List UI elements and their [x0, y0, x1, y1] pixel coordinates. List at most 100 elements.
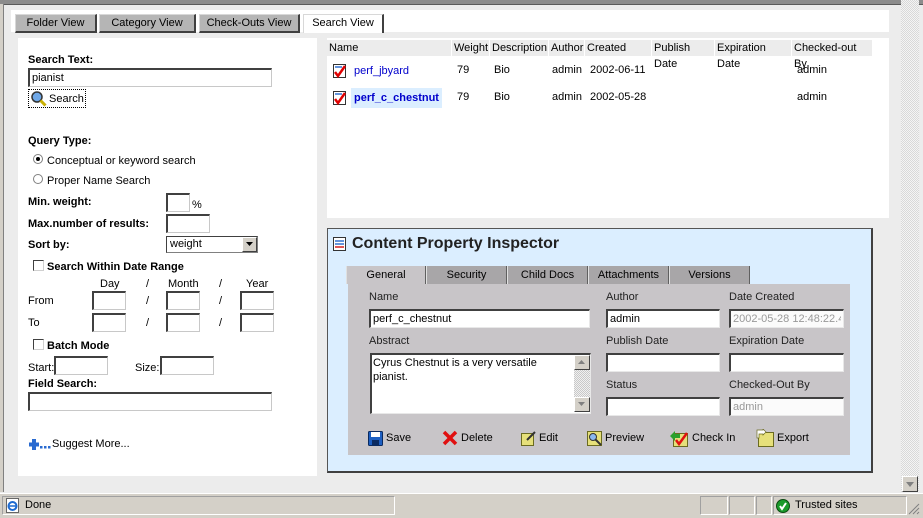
sort-by-select[interactable]: weight [166, 236, 258, 253]
table-row[interactable]: perf_jbyard 79 Bio admin 2002-06-11 admi… [327, 60, 872, 82]
table-row[interactable]: perf_c_chestnut 79 Bio admin 2002-05-28 … [327, 87, 872, 109]
batch-start-input[interactable] [54, 356, 108, 375]
abstract-scrollbar[interactable] [574, 355, 590, 412]
status-panel-empty [729, 496, 755, 515]
inspector-tab-general[interactable]: General [346, 266, 426, 284]
abstract-textarea[interactable]: Cyrus Chestnut is a very versatile piani… [370, 353, 591, 414]
date-separator: / [146, 317, 150, 329]
page-scroll-down-button[interactable] [902, 476, 918, 492]
export-label: Export [777, 432, 809, 444]
tab-folder-view[interactable]: Folder View [15, 14, 97, 33]
search-text-label: Search Text: [28, 54, 94, 66]
expiration-date-label: Expiration Date [729, 335, 805, 347]
search-text-input[interactable] [28, 68, 272, 87]
checked-out-by-label: Checked-Out By [729, 379, 810, 391]
author-input[interactable] [606, 309, 720, 328]
publish-date-label: Publish Date [606, 335, 669, 347]
column-header-created[interactable]: Created [585, 40, 651, 56]
column-header-weight[interactable]: Weight [452, 40, 489, 56]
year-header: Year [246, 278, 269, 290]
tab-category-view[interactable]: Category View [99, 14, 196, 33]
author-label: Author [606, 291, 639, 303]
inspector-tab-security[interactable]: Security [426, 266, 507, 284]
result-weight: 79 [457, 64, 470, 76]
column-header-description[interactable]: Description [490, 40, 548, 56]
to-month-input[interactable] [166, 313, 200, 332]
field-search-input[interactable] [28, 392, 272, 411]
inspector-tab-versions[interactable]: Versions [669, 266, 750, 284]
from-label: From [28, 295, 54, 307]
result-weight: 79 [457, 91, 470, 103]
batch-mode-checkbox[interactable] [33, 339, 44, 350]
delete-label: Delete [461, 432, 493, 444]
max-results-label: Max.number of results: [28, 218, 150, 230]
result-name-link-selected[interactable]: perf_c_chestnut [351, 88, 442, 108]
column-header-checked-out-by[interactable]: Checked-out By [792, 40, 872, 70]
to-day-input[interactable] [92, 313, 126, 332]
inspector-title: Content Property Inspector [352, 235, 560, 252]
name-input[interactable] [369, 309, 590, 328]
to-year-input[interactable] [240, 313, 274, 332]
abstract-label: Abstract [369, 335, 410, 347]
date-separator: / [146, 295, 150, 307]
search-button[interactable]: Search [28, 89, 86, 108]
window-left-edge [0, 4, 4, 492]
from-day-input[interactable] [92, 291, 126, 310]
column-header-publish-date[interactable]: Publish Date [652, 40, 714, 70]
status-panel-empty [756, 496, 772, 515]
batch-size-input[interactable] [160, 356, 214, 375]
tab-check-outs-view[interactable]: Check-Outs View [199, 14, 300, 33]
preview-label: Preview [605, 432, 645, 444]
date-created-input [729, 309, 844, 328]
date-separator: / [219, 278, 223, 290]
save-icon [368, 430, 383, 446]
resize-grip-icon[interactable] [908, 503, 920, 515]
sort-by-dropdown-button[interactable] [242, 237, 257, 252]
tab-search-view[interactable]: Search View [303, 14, 384, 33]
date-created-label: Date Created [729, 291, 795, 303]
inspector-tab-child-docs[interactable]: Child Docs [507, 266, 588, 284]
date-range-label: Search Within Date Range [47, 261, 184, 273]
date-separator: / [219, 317, 223, 329]
result-name-link[interactable]: perf_jbyard [354, 65, 409, 77]
add-more-icon [29, 439, 51, 450]
from-month-input[interactable] [166, 291, 200, 310]
result-author: admin [552, 91, 582, 103]
name-label: Name [369, 291, 399, 303]
sort-by-value: weight [170, 238, 202, 250]
preview-button[interactable]: Preview [587, 428, 644, 448]
page-vertical-scrollbar[interactable] [901, 0, 919, 492]
result-created: 2002-06-11 [590, 64, 646, 76]
field-search-label: Field Search: [28, 378, 98, 390]
column-header-author[interactable]: Author [549, 40, 584, 56]
publish-date-input[interactable] [606, 353, 720, 372]
sort-by-label: Sort by: [28, 239, 70, 251]
save-button[interactable]: Save [368, 428, 411, 448]
min-weight-input[interactable] [166, 193, 190, 212]
check-in-icon [670, 430, 689, 447]
result-created: 2002-05-28 [590, 91, 647, 103]
scroll-up-button[interactable] [574, 355, 590, 370]
max-results-input[interactable] [166, 214, 210, 233]
date-separator: / [219, 295, 223, 307]
magnifier-icon [31, 91, 47, 107]
checked-document-icon [333, 91, 346, 105]
status-input[interactable] [606, 397, 720, 416]
delete-button[interactable]: Delete [442, 428, 493, 448]
from-year-input[interactable] [240, 291, 274, 310]
check-in-button[interactable]: Check In [669, 428, 735, 448]
column-header-name[interactable]: Name [327, 40, 451, 56]
checked-out-by-input [729, 397, 844, 416]
edit-button[interactable]: Edit [521, 428, 558, 448]
expiration-date-input[interactable] [729, 353, 844, 372]
radio-conceptual-search[interactable] [33, 154, 43, 164]
to-label: To [28, 317, 40, 329]
export-button[interactable]: Export [755, 428, 809, 448]
percent-sign: % [192, 199, 202, 211]
column-header-expiration-date[interactable]: Expiration Date [715, 40, 791, 70]
radio-proper-name-search[interactable] [33, 174, 43, 184]
export-icon [756, 428, 774, 448]
scroll-down-button[interactable] [574, 397, 590, 412]
inspector-tab-attachments[interactable]: Attachments [588, 266, 669, 284]
date-range-checkbox[interactable] [33, 260, 44, 271]
